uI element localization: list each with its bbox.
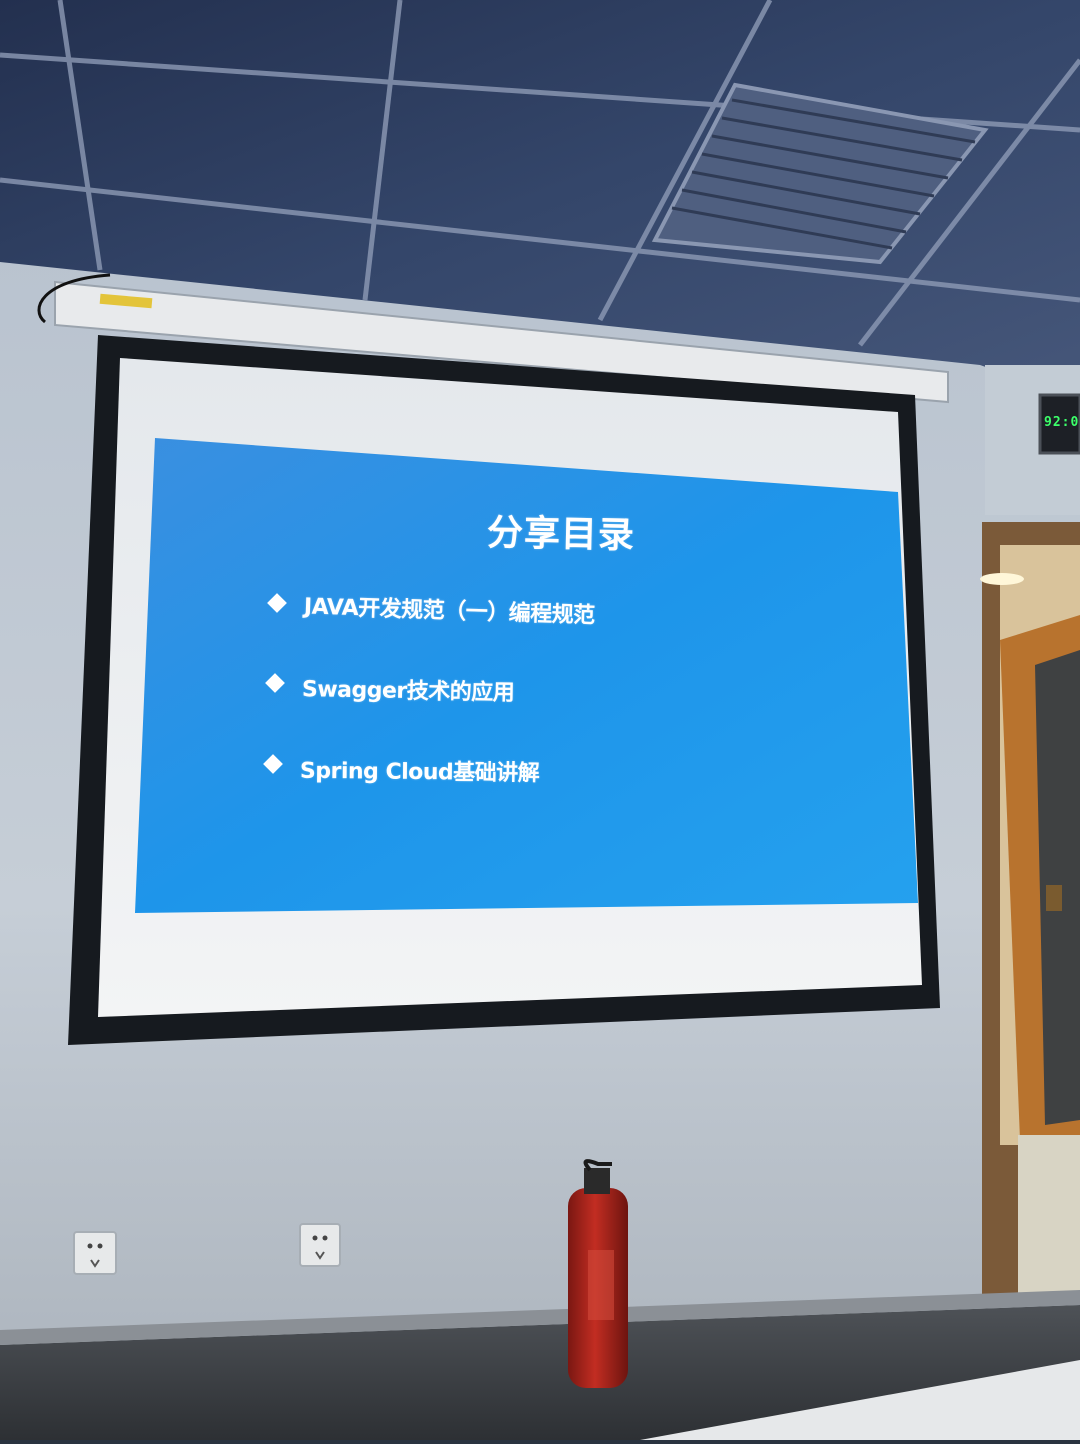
- slide-item: Swagger技术的应用: [301, 677, 515, 706]
- slide-title: 分享目录: [486, 512, 636, 557]
- photo-scene: 分享目录 JAVA开发规范（一）编程规范 Swagger技术的应用 Spring…: [0, 0, 1080, 1440]
- wall-outlet-right: [299, 1223, 341, 1267]
- wall-outlet-left: [73, 1231, 117, 1275]
- wall-clock-display: 92:0: [1044, 415, 1080, 430]
- door-handle: [1046, 885, 1062, 911]
- fire-extinguisher: [568, 1159, 628, 1388]
- corridor-floor: [1018, 1135, 1080, 1305]
- slide-item: Spring Cloud基础讲解: [299, 758, 540, 787]
- room-illustration: [0, 0, 1080, 1440]
- ceiling-light: [980, 573, 1024, 585]
